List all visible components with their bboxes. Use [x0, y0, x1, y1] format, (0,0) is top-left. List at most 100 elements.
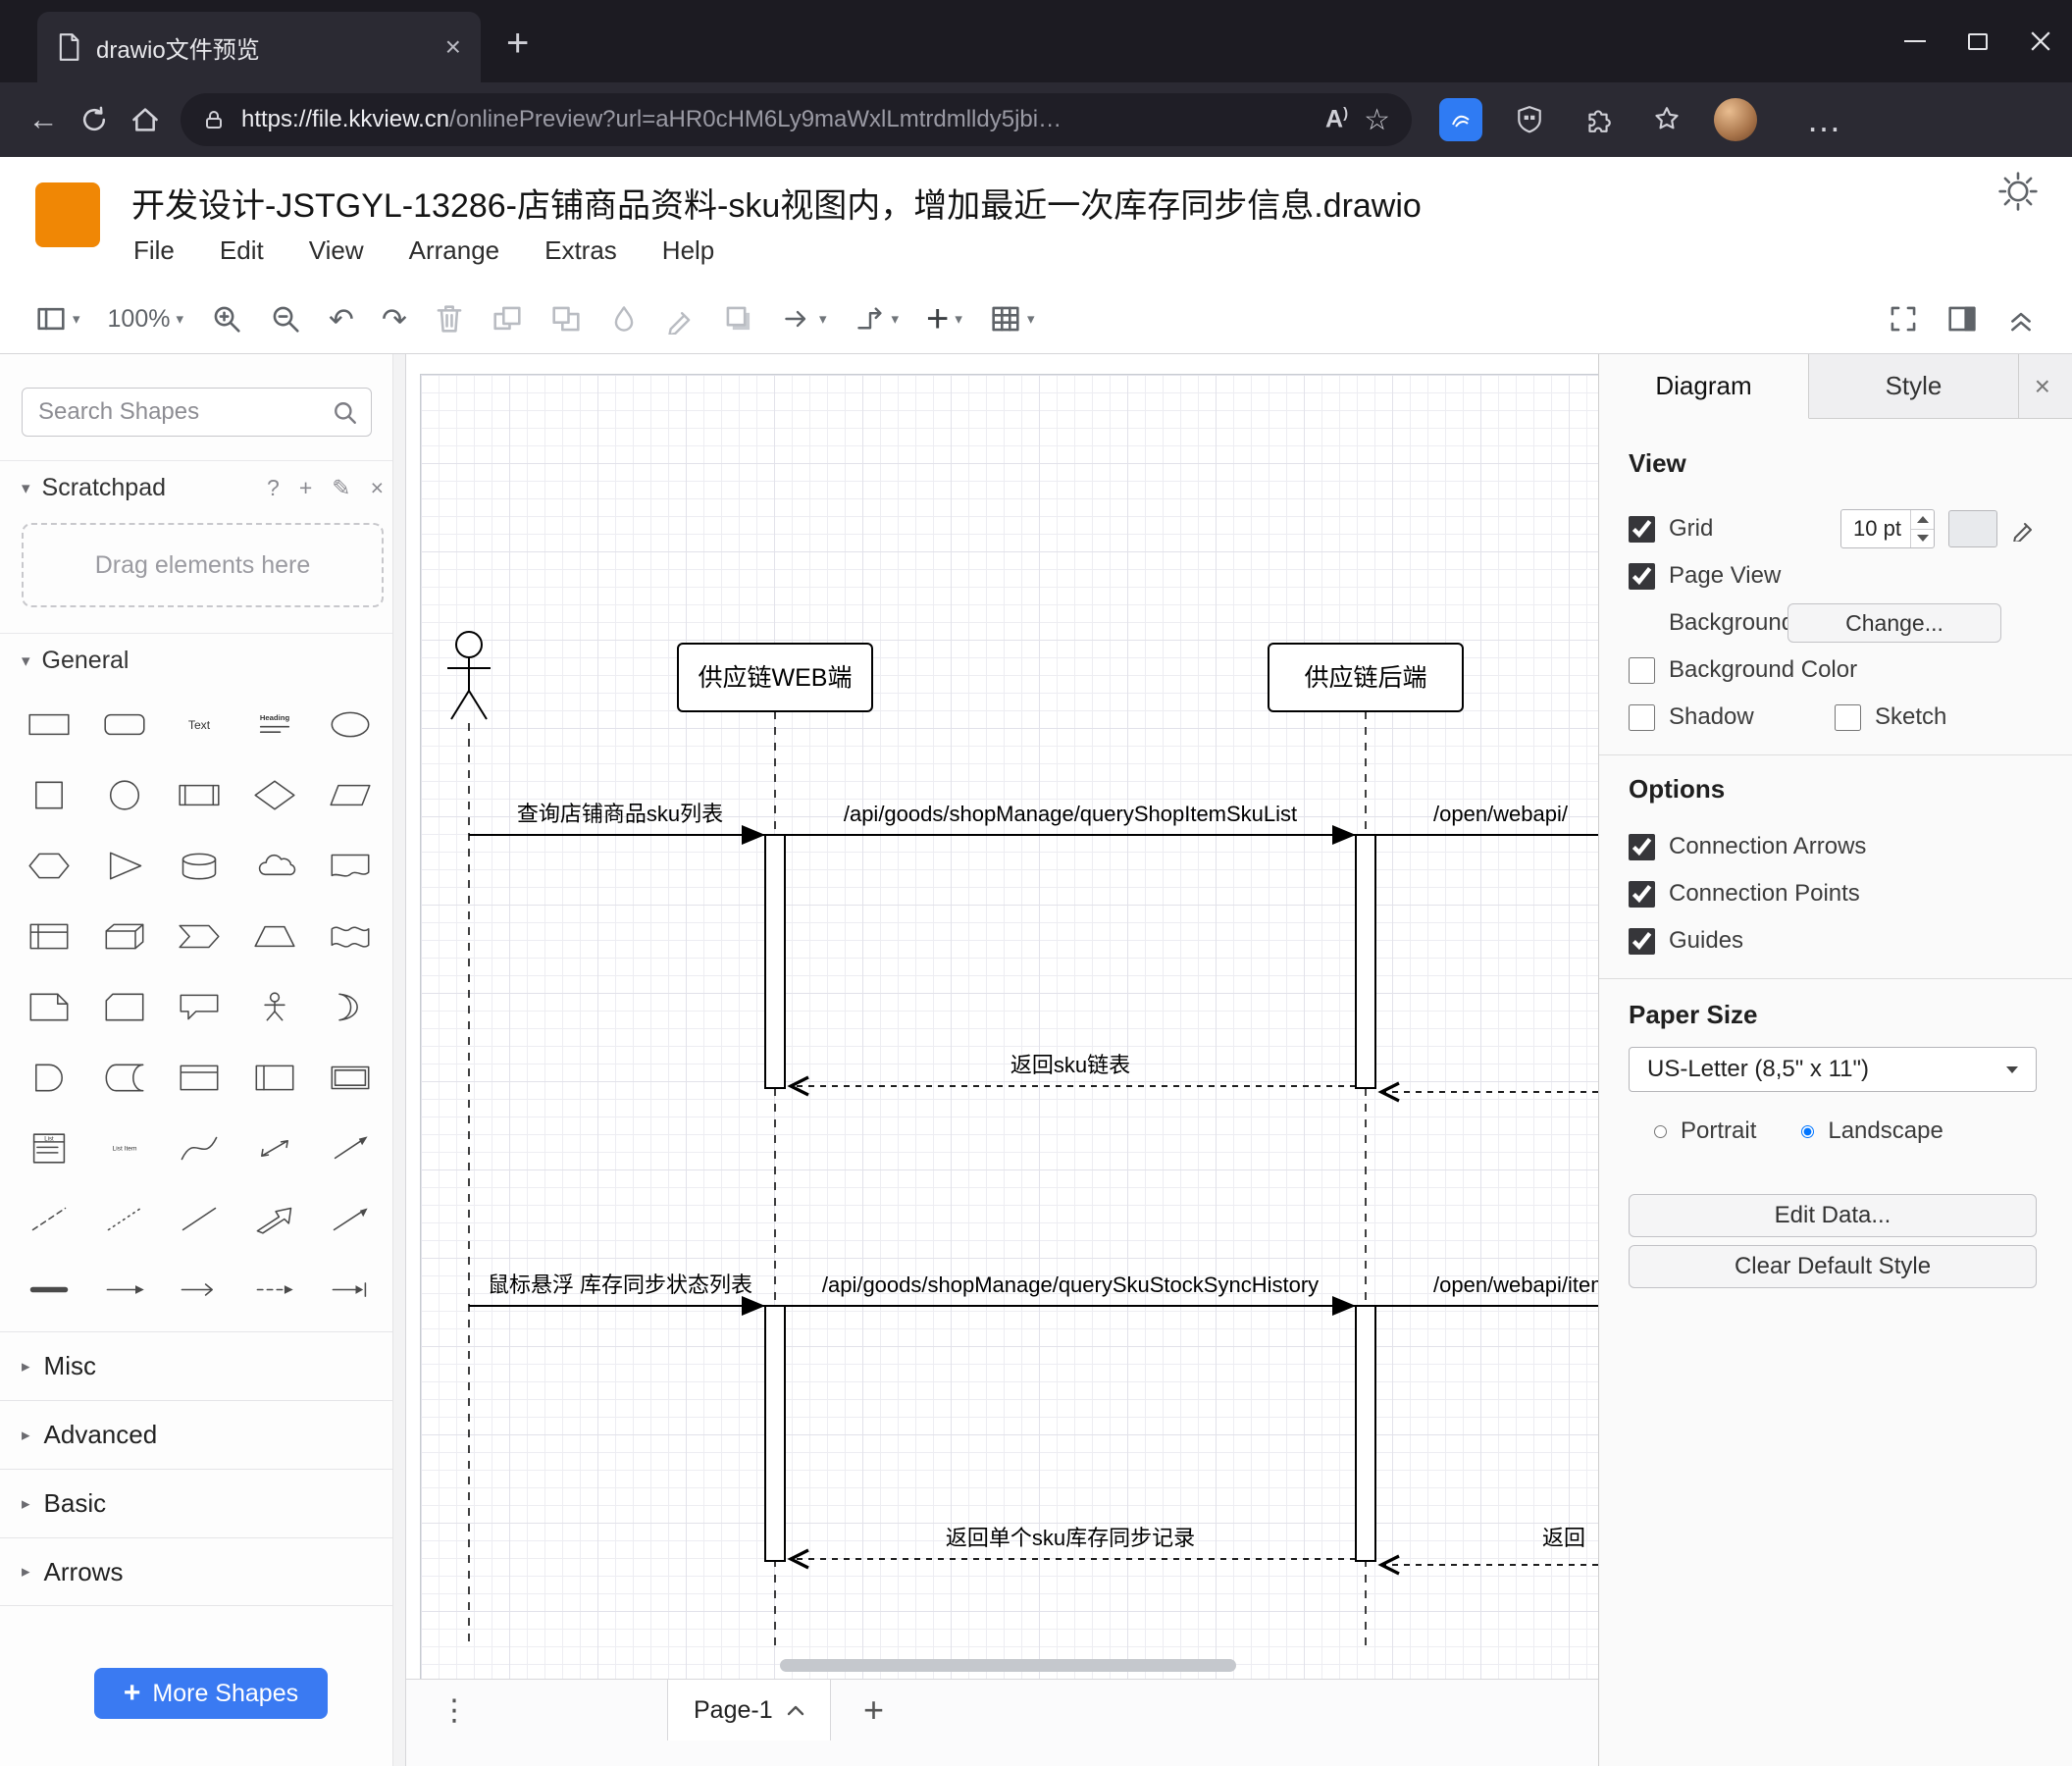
sketch-checkbox[interactable] — [1835, 703, 1861, 731]
shadow-button[interactable] — [709, 285, 768, 353]
message-api-query-history[interactable]: /api/goods/shopManage/querySkuStockSyncH… — [785, 1273, 1356, 1316]
shape-or[interactable] — [312, 984, 388, 1029]
shape-cube[interactable] — [87, 913, 163, 959]
connection-points-checkbox[interactable] — [1629, 880, 1655, 908]
redo-button[interactable]: ↷ — [368, 285, 421, 353]
address-bar[interactable]: https://file.kkview.cn/onlinePreview?url… — [181, 93, 1412, 146]
extensions-puzzle-icon[interactable] — [1577, 98, 1620, 141]
section-misc[interactable]: ▸ Misc — [0, 1331, 405, 1400]
new-tab-button[interactable]: + — [506, 24, 529, 63]
shape-container[interactable] — [162, 1055, 237, 1100]
shape-directional-arrow[interactable] — [237, 1196, 313, 1241]
message-query-sku-list[interactable]: 查询店铺商品sku列表 — [469, 802, 765, 845]
window-maximize-button[interactable] — [1946, 0, 2009, 82]
insert-button[interactable]: + ▾ — [912, 285, 976, 353]
section-advanced[interactable]: ▸ Advanced — [0, 1400, 405, 1469]
shape-heading[interactable]: Heading — [237, 701, 313, 747]
connection-arrows-checkbox[interactable] — [1629, 833, 1655, 860]
shape-rectangle[interactable] — [12, 701, 87, 747]
return-to-backend-2[interactable]: 返回 — [1377, 1526, 1598, 1576]
shadow-checkbox[interactable] — [1629, 703, 1655, 731]
portrait-radio[interactable]: Portrait — [1654, 1117, 1756, 1145]
shape-trapezoid[interactable] — [237, 913, 313, 959]
message-open-webapi-item[interactable]: /open/webapi/item — [1375, 1273, 1598, 1307]
panel-close-icon[interactable]: × — [2035, 354, 2072, 418]
shape-data-storage[interactable] — [87, 1055, 163, 1100]
menu-arrange[interactable]: Arrange — [409, 235, 500, 266]
shape-diamond[interactable] — [237, 772, 313, 817]
zoom-in-button[interactable] — [197, 285, 256, 353]
browser-tab[interactable]: drawio文件预览 × — [37, 12, 481, 82]
page-view-selector[interactable]: ▾ — [22, 285, 94, 353]
shape-rounded-rectangle[interactable] — [87, 701, 163, 747]
activation-web-2[interactable] — [764, 1305, 786, 1562]
section-basic[interactable]: ▸ Basic — [0, 1469, 405, 1537]
theme-toggle-button[interactable] — [1997, 171, 2039, 217]
sequence-diagram[interactable]: 供应链WEB端 供应链后端 查询店铺商品sku列表 /api/goods/sho… — [406, 354, 1598, 1679]
grid-color-swatch[interactable] — [1948, 510, 1997, 547]
activation-web-1[interactable] — [764, 834, 786, 1089]
zoom-out-button[interactable] — [256, 285, 315, 353]
shape-bar-arrow[interactable] — [312, 1267, 388, 1312]
message-open-webapi[interactable]: /open/webapi/ — [1375, 802, 1598, 836]
scratchpad-header[interactable]: ▾ Scratchpad ? + ✎ × — [0, 460, 405, 515]
shape-dotted-line[interactable] — [87, 1196, 163, 1241]
delete-button[interactable] — [421, 285, 478, 353]
activation-backend-1[interactable] — [1355, 834, 1376, 1089]
shape-vertical-container[interactable] — [237, 1055, 313, 1100]
window-minimize-button[interactable] — [1884, 0, 1946, 82]
shape-triangle[interactable] — [87, 843, 163, 888]
sidebar-scrollbar[interactable] — [392, 354, 405, 1766]
section-general[interactable]: ▾ General — [0, 633, 405, 688]
shield-extension-icon[interactable] — [1508, 98, 1551, 141]
shape-hexagon[interactable] — [12, 843, 87, 888]
shape-bidirectional-arrow[interactable] — [237, 1125, 313, 1170]
shape-card[interactable] — [87, 984, 163, 1029]
waypoint-style-button[interactable]: ▾ — [841, 285, 913, 353]
line-color-button[interactable] — [652, 285, 709, 353]
return-sku-list[interactable]: 返回sku链表 — [787, 1053, 1356, 1097]
refresh-button[interactable] — [69, 94, 120, 145]
extension-blue-icon[interactable] — [1439, 98, 1482, 141]
stepper-down-icon[interactable] — [1911, 528, 1934, 548]
menu-help[interactable]: Help — [662, 235, 714, 266]
scratchpad-close-icon[interactable]: × — [371, 475, 384, 501]
favorite-star-icon[interactable]: ☆ — [1364, 103, 1390, 137]
shape-cloud[interactable] — [237, 843, 313, 888]
browser-menu-icon[interactable]: … — [1806, 101, 1843, 137]
paper-size-select[interactable]: US-Letter (8,5" x 11") — [1629, 1047, 2037, 1092]
horizontal-scrollbar[interactable] — [780, 1659, 1236, 1672]
change-background-button[interactable]: Change... — [1787, 603, 2001, 643]
shape-thin-arrow[interactable] — [312, 1196, 388, 1241]
read-aloud-icon[interactable]: A) — [1325, 105, 1348, 133]
table-button[interactable]: ▾ — [976, 285, 1049, 353]
scratchpad-add-icon[interactable]: + — [299, 475, 312, 501]
scratchpad-edit-icon[interactable]: ✎ — [332, 475, 350, 501]
shape-curve[interactable] — [162, 1125, 237, 1170]
shape-list-item[interactable]: List Item — [87, 1125, 163, 1170]
shape-actor[interactable] — [237, 984, 313, 1029]
shape-simple-arrow[interactable] — [162, 1267, 237, 1312]
menu-view[interactable]: View — [309, 235, 364, 266]
shape-text[interactable]: Text — [162, 701, 237, 747]
grid-size-input[interactable]: 10 pt — [1840, 509, 1935, 548]
stepper-up-icon[interactable] — [1911, 510, 1934, 529]
search-shapes-input[interactable] — [22, 388, 372, 437]
pages-menu-icon[interactable]: ⋮ — [440, 1680, 469, 1740]
shape-arrow-right[interactable] — [87, 1267, 163, 1312]
shape-horizontal-container[interactable] — [312, 1055, 388, 1100]
section-arrows[interactable]: ▸ Arrows — [0, 1537, 405, 1606]
back-button[interactable]: ← — [18, 94, 69, 145]
shape-internal-storage[interactable] — [12, 913, 87, 959]
shape-process[interactable] — [162, 772, 237, 817]
fullscreen-button[interactable] — [1874, 303, 1933, 335]
favorites-icon[interactable] — [1645, 98, 1688, 141]
background-color-checkbox[interactable] — [1629, 656, 1655, 684]
activation-backend-2[interactable] — [1355, 1305, 1376, 1562]
message-hover-history[interactable]: 鼠标悬浮 库存同步状态列表 — [469, 1273, 765, 1316]
scratchpad-drop-area[interactable]: Drag elements here — [22, 523, 384, 607]
add-page-button[interactable]: + — [863, 1680, 884, 1740]
page-tab[interactable]: Page-1 — [667, 1680, 831, 1740]
tab-diagram[interactable]: Diagram — [1599, 354, 1809, 419]
shape-dashed-arrow[interactable] — [237, 1267, 313, 1312]
